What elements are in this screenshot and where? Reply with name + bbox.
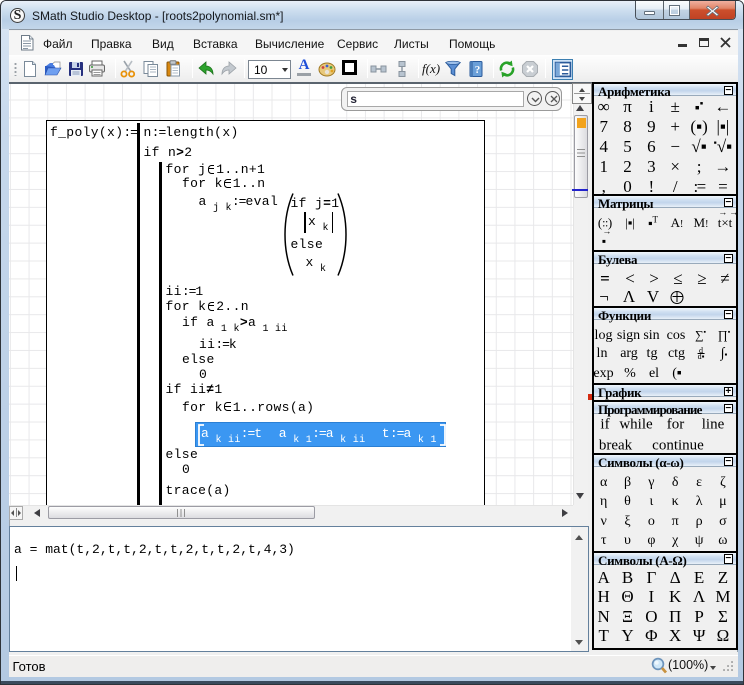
svg-text:?: ? [475, 64, 481, 76]
